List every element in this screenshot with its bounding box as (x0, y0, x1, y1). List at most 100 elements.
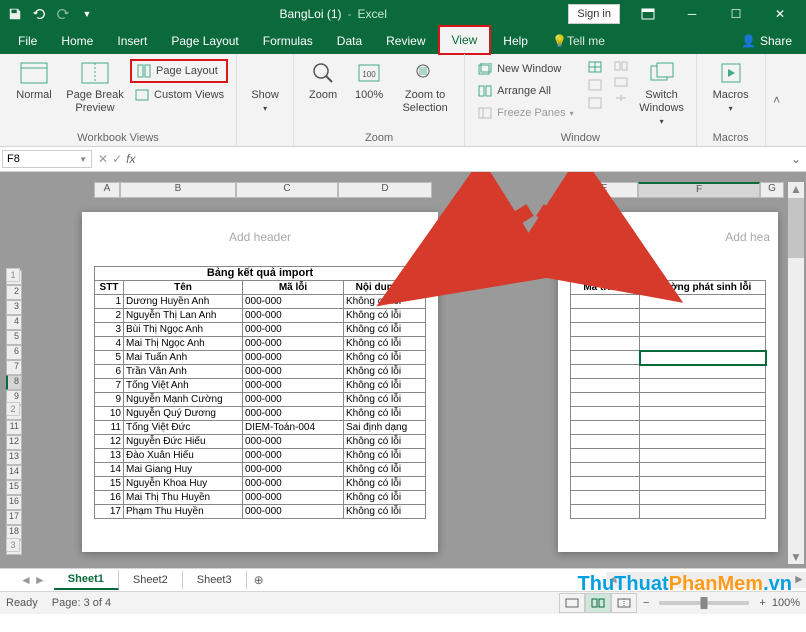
table-row[interactable] (571, 491, 766, 505)
table-row[interactable] (571, 351, 766, 365)
tab-data[interactable]: Data (325, 28, 374, 54)
zoom-100-button[interactable]: 100 100% (346, 57, 392, 132)
tab-page-layout[interactable]: Page Layout (159, 28, 250, 54)
unhide-icon[interactable] (584, 95, 606, 111)
row-header-7[interactable]: 7 (6, 360, 22, 375)
maximize-icon[interactable]: ☐ (714, 0, 758, 28)
cancel-formula-icon[interactable]: ✕ (98, 152, 108, 166)
row-header-14[interactable]: 14 (6, 465, 22, 480)
side-icon-1[interactable] (610, 59, 632, 73)
custom-views-button[interactable]: Custom Views (130, 85, 228, 105)
expand-formula-bar-icon[interactable]: ⌄ (786, 152, 806, 166)
table-import-results[interactable]: Bảng kết quả import STTTênMã lỗiNội dung… (94, 266, 426, 519)
collapse-ribbon-icon[interactable]: ˄ (766, 54, 788, 146)
save-icon[interactable] (4, 3, 26, 25)
normal-view-button[interactable]: Normal (6, 57, 62, 132)
table-row[interactable] (571, 323, 766, 337)
sheet-tab-sheet1[interactable]: Sheet1 (54, 570, 119, 590)
sheet-next-icon[interactable]: ► (34, 573, 46, 587)
table-row[interactable] (571, 365, 766, 379)
table-row[interactable] (571, 337, 766, 351)
table-row[interactable]: 14Mai Giang Huy000-000Không có lỗi (95, 463, 426, 477)
ribbon-display-options-icon[interactable] (626, 0, 670, 28)
tab-insert[interactable]: Insert (105, 28, 159, 54)
hide-icon[interactable] (584, 77, 606, 93)
col-header-d[interactable]: D (338, 182, 432, 198)
table-row[interactable]: 3Bùi Thị Ngọc Anh000-000Không có lỗi (95, 323, 426, 337)
zoom-in-icon[interactable]: + (759, 597, 765, 609)
macros-button[interactable]: Macros▾ (703, 57, 759, 132)
zoom-out-icon[interactable]: − (643, 597, 649, 609)
table-row[interactable]: 16Mai Thị Thu Huyền000-000Không có lỗi (95, 491, 426, 505)
tell-me[interactable]: 💡 Tell me (540, 28, 617, 54)
sheet-tab-sheet3[interactable]: Sheet3 (183, 571, 247, 589)
col-header-g[interactable]: G (760, 182, 784, 198)
name-box[interactable]: F8▼ (2, 150, 92, 168)
table-error-fields[interactable]: Mã trả về Trường phát sinh lỗi (570, 266, 766, 519)
zoom-to-selection-button[interactable]: Zoom to Selection (392, 57, 458, 132)
tab-home[interactable]: Home (49, 28, 105, 54)
table-row[interactable] (571, 393, 766, 407)
tab-review[interactable]: Review (374, 28, 437, 54)
page-layout-button[interactable]: Page Layout (130, 59, 228, 83)
row-header-3[interactable]: 3 (6, 300, 22, 315)
arrange-all-button[interactable]: Arrange All (473, 81, 578, 101)
table-row[interactable] (571, 505, 766, 519)
close-icon[interactable]: ✕ (758, 0, 802, 28)
page-break-view-icon-sb[interactable] (611, 593, 637, 613)
enter-formula-icon[interactable]: ✓ (112, 152, 122, 166)
table-row[interactable] (571, 449, 766, 463)
table-row[interactable]: 15Nguyễn Khoa Huy000-000Không có lỗi (95, 477, 426, 491)
row-header-12[interactable]: 12 (6, 435, 22, 450)
table-row[interactable]: 10Nguyễn Quý Dương000-000Không có lỗi (95, 407, 426, 421)
zoom-button[interactable]: Zoom (300, 57, 346, 132)
table-row[interactable] (571, 421, 766, 435)
sign-in-button[interactable]: Sign in (568, 4, 620, 24)
side-icon-3[interactable] (610, 91, 632, 105)
share-button[interactable]: 👤Share (733, 29, 800, 53)
row-header-15[interactable]: 15 (6, 480, 22, 495)
new-window-button[interactable]: New Window (473, 59, 578, 79)
table-row[interactable] (571, 309, 766, 323)
row-header-8[interactable]: 8 (6, 375, 22, 390)
page-layout-view-icon-sb[interactable] (585, 593, 611, 613)
freeze-panes-button[interactable]: Freeze Panes ▾ (473, 103, 578, 123)
col-header-a[interactable]: A (94, 182, 120, 198)
table-row[interactable]: 12Nguyễn Đức Hiếu000-000Không có lỗi (95, 435, 426, 449)
zoom-percent[interactable]: 100% (772, 597, 800, 609)
page-break-preview-button[interactable]: Page Break Preview (62, 57, 128, 132)
split-icon[interactable] (584, 59, 606, 75)
table-row[interactable]: 9Nguyễn Mạnh Cường000-000Không có lỗi (95, 393, 426, 407)
tab-view[interactable]: View (438, 25, 492, 55)
qat-customize-icon[interactable]: ▼ (76, 3, 98, 25)
table-row[interactable] (571, 407, 766, 421)
normal-view-icon-sb[interactable] (559, 593, 585, 613)
table-row[interactable] (571, 477, 766, 491)
row-header-17[interactable]: 17 (6, 510, 22, 525)
row-header-16[interactable]: 16 (6, 495, 22, 510)
table-row[interactable]: 2Nguyễn Thị Lan Anh000-000Không có lỗi (95, 309, 426, 323)
table-row[interactable]: 6Trần Vân Anh000-000Không có lỗi (95, 365, 426, 379)
col-header-b[interactable]: B (120, 182, 236, 198)
row-header-2[interactable]: 2 (6, 285, 22, 300)
row-header-4[interactable]: 4 (6, 315, 22, 330)
table-row[interactable]: 17Phạm Thu Huyền000-000Không có lỗi (95, 505, 426, 519)
col-header-c[interactable]: C (236, 182, 338, 198)
sheet-tab-sheet2[interactable]: Sheet2 (119, 571, 183, 589)
row-header-11[interactable]: 11 (6, 420, 22, 435)
table-row[interactable] (571, 295, 766, 309)
row-header-13[interactable]: 13 (6, 450, 22, 465)
minimize-icon[interactable]: ─ (670, 0, 714, 28)
table-row[interactable]: 1Dương Huyền Anh000-000Không có lỗi (95, 295, 426, 309)
tab-help[interactable]: Help (491, 28, 540, 54)
tab-file[interactable]: File (6, 28, 49, 54)
formula-input[interactable] (141, 151, 786, 167)
switch-windows-button[interactable]: Switch Windows▾ (634, 57, 690, 132)
undo-icon[interactable] (28, 3, 50, 25)
table-row[interactable]: 7Tống Việt Anh000-000Không có lỗi (95, 379, 426, 393)
show-button[interactable]: Show▾ (243, 57, 287, 144)
table-row[interactable] (571, 463, 766, 477)
add-sheet-icon[interactable]: ⊕ (247, 573, 271, 587)
vertical-scrollbar[interactable]: ▲ ▼ (788, 182, 804, 564)
sheet-prev-icon[interactable]: ◄ (20, 573, 32, 587)
